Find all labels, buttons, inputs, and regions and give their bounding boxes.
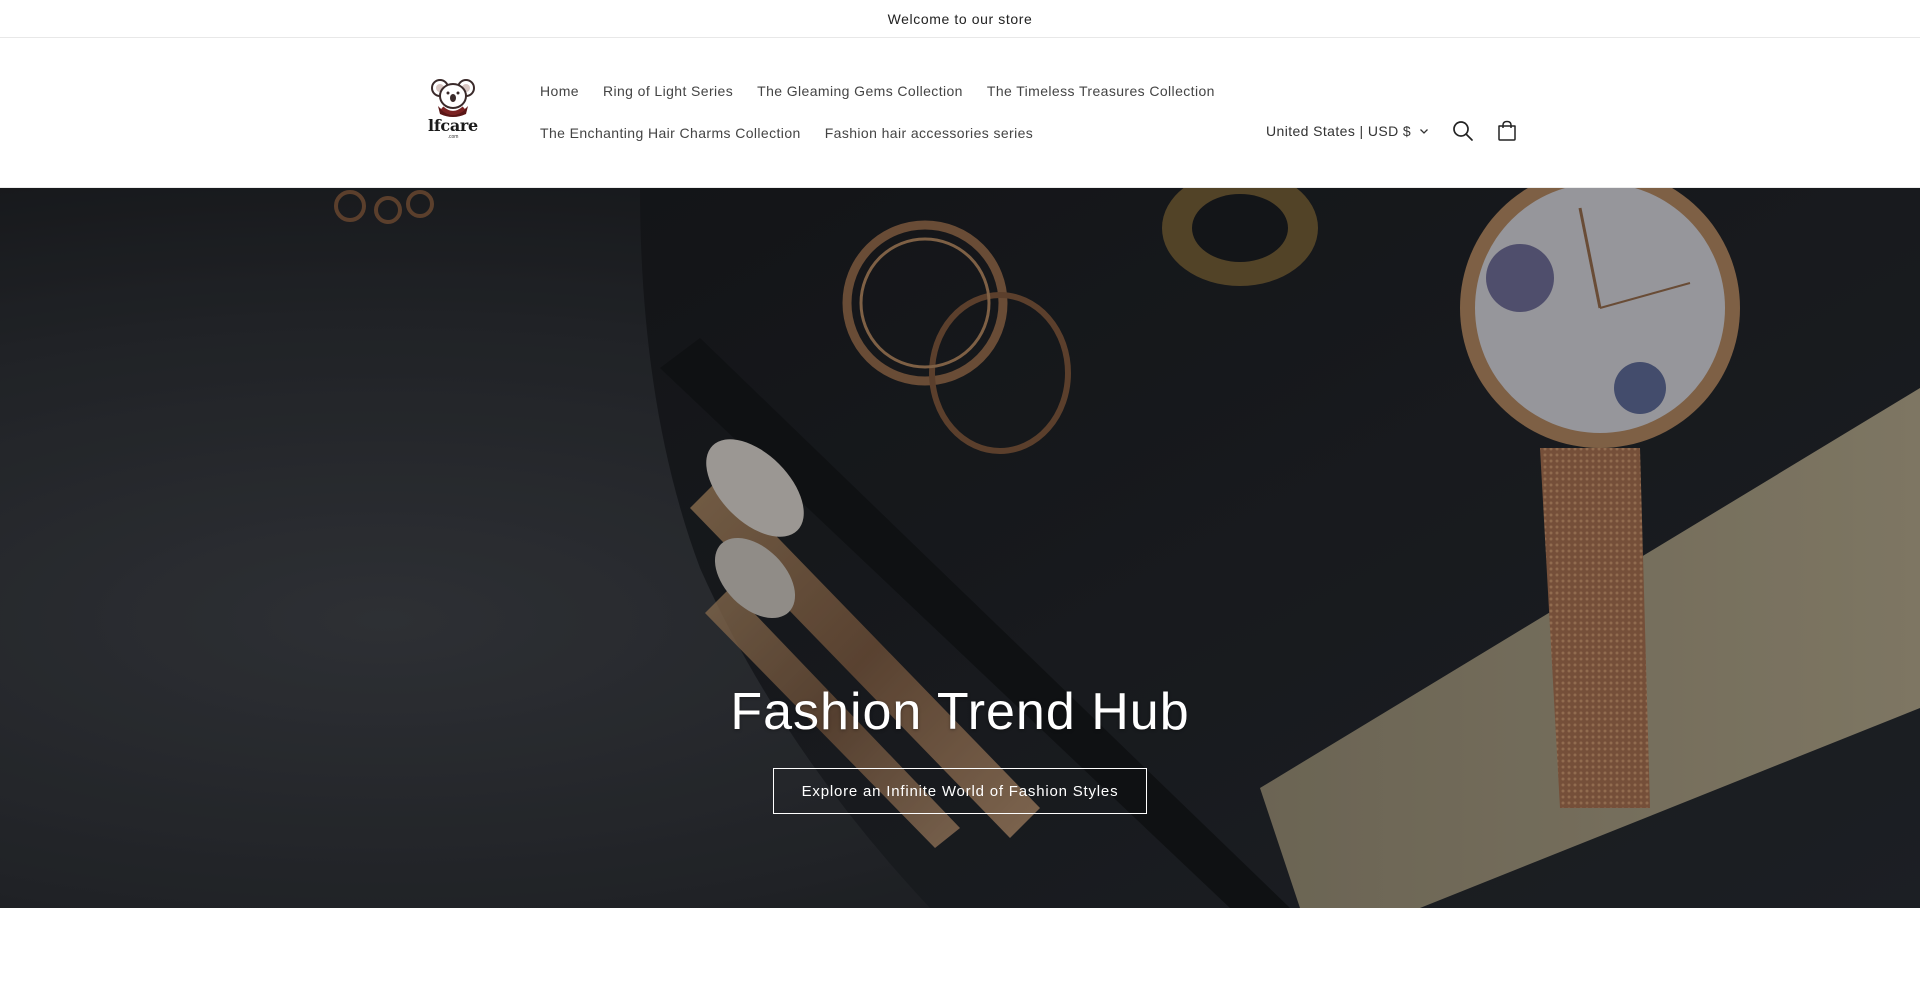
- nav-item-gleaming-gems[interactable]: The Gleaming Gems Collection: [745, 72, 975, 110]
- chevron-down-icon: [1420, 129, 1429, 134]
- cart-icon: [1498, 120, 1516, 141]
- below-fold-section: [0, 908, 1920, 993]
- main-navigation: Home Ring of Light Series The Gleaming G…: [528, 72, 1228, 152]
- hero-content: Fashion Trend Hub Explore an Infinite Wo…: [0, 680, 1920, 814]
- search-button[interactable]: [1441, 109, 1485, 153]
- nav-item-home[interactable]: Home: [528, 72, 591, 110]
- header-actions: United States | USD $: [1254, 109, 1529, 153]
- announcement-bar: Welcome to our store: [0, 0, 1920, 38]
- country-selector-label: United States | USD $: [1266, 123, 1412, 139]
- cart-button[interactable]: [1485, 109, 1529, 153]
- search-icon: [1453, 121, 1473, 141]
- hero-cta-button[interactable]: Explore an Infinite World of Fashion Sty…: [772, 768, 1148, 814]
- logo-subtext: .com: [447, 134, 459, 140]
- site-header: lfcare .com Home Ring of Light Series Th…: [0, 38, 1920, 188]
- koala-logo-icon: [431, 79, 475, 117]
- store-logo[interactable]: lfcare .com: [426, 78, 480, 150]
- country-currency-selector[interactable]: United States | USD $: [1254, 117, 1441, 145]
- announcement-text: Welcome to our store: [887, 10, 1033, 27]
- nav-item-enchanting-hair-charms[interactable]: The Enchanting Hair Charms Collection: [528, 114, 813, 152]
- nav-item-fashion-hair-accessories[interactable]: Fashion hair accessories series: [813, 114, 1045, 152]
- hero-banner: Fashion Trend Hub Explore an Infinite Wo…: [0, 188, 1920, 908]
- nav-item-ring-of-light-series[interactable]: Ring of Light Series: [591, 72, 745, 110]
- nav-item-timeless-treasures[interactable]: The Timeless Treasures Collection: [975, 72, 1227, 110]
- hero-title: Fashion Trend Hub: [730, 683, 1190, 741]
- logo-text: lfcare: [428, 116, 478, 135]
